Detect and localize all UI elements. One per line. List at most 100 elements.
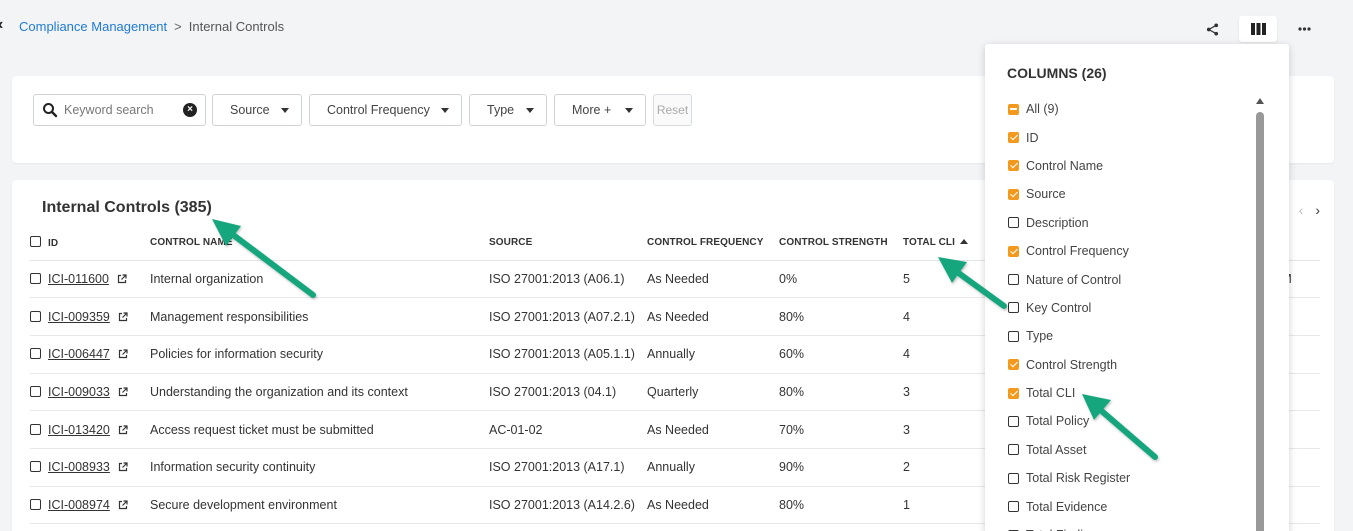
- header-id[interactable]: ID: [30, 225, 150, 261]
- scroll-thumb[interactable]: [1256, 112, 1264, 531]
- reset-button[interactable]: Reset: [653, 94, 692, 126]
- sort-ascending-icon[interactable]: [960, 238, 969, 244]
- column-toggle-item[interactable]: Total CLI: [1008, 379, 1130, 407]
- column-toggle-item[interactable]: Control Strength: [1008, 351, 1130, 379]
- header-control-name-label: CONTROL NAME: [150, 236, 233, 248]
- column-toggle-label: Type: [1026, 329, 1054, 344]
- chevron-right-icon[interactable]: ›: [1315, 202, 1320, 218]
- column-toggle-item[interactable]: Total Risk Register: [1008, 464, 1130, 492]
- cell-control-name: Secure development environment: [150, 486, 489, 525]
- column-checkbox[interactable]: [1008, 501, 1019, 513]
- column-toggle-label: Total CLI: [1026, 386, 1076, 401]
- column-toggle-item[interactable]: All (9): [1008, 95, 1130, 123]
- top-actions: [1193, 16, 1323, 42]
- column-toggle-item[interactable]: Key Control: [1008, 294, 1130, 322]
- row-checkbox[interactable]: [30, 461, 41, 473]
- column-toggle-item[interactable]: Control Name: [1008, 152, 1130, 180]
- control-id-link[interactable]: ICI-008974: [48, 498, 110, 512]
- external-link-icon[interactable]: [118, 462, 128, 472]
- control-id-link[interactable]: ICI-009033: [48, 385, 110, 399]
- clear-search-icon[interactable]: ×: [183, 103, 197, 117]
- more-button[interactable]: [1285, 16, 1323, 42]
- header-control-strength[interactable]: CONTROL STRENGTH: [779, 225, 903, 261]
- column-checkbox[interactable]: [1008, 132, 1019, 144]
- external-link-icon[interactable]: [118, 387, 128, 397]
- column-checkbox[interactable]: [1008, 302, 1019, 314]
- cell-control-frequency: Annually: [647, 335, 779, 374]
- control-id-link[interactable]: ICI-011600: [48, 272, 109, 286]
- control-frequency-dropdown[interactable]: Control Frequency: [309, 94, 462, 126]
- external-link-icon[interactable]: [118, 424, 128, 435]
- columns-icon: [1250, 23, 1266, 35]
- source-dropdown[interactable]: Source: [212, 94, 302, 126]
- column-checkbox[interactable]: [1008, 444, 1019, 456]
- column-toggle-item[interactable]: Total Finding: [1008, 521, 1130, 531]
- row-checkbox[interactable]: [30, 385, 41, 397]
- select-all-checkbox[interactable]: [30, 235, 41, 247]
- column-checkbox[interactable]: [1008, 160, 1019, 172]
- column-toggle-label: Source: [1026, 187, 1066, 202]
- external-link-icon[interactable]: [117, 274, 127, 284]
- table-title: Internal Controls (385): [42, 199, 212, 216]
- control-id-link[interactable]: ICI-013420: [48, 423, 110, 437]
- column-checkbox[interactable]: [1008, 103, 1019, 115]
- control-id-link[interactable]: ICI-006447: [48, 347, 110, 361]
- row-checkbox[interactable]: [30, 498, 41, 510]
- column-checkbox[interactable]: [1008, 472, 1019, 484]
- column-toggle-item[interactable]: Total Policy: [1008, 407, 1130, 435]
- column-toggle-item[interactable]: Total Asset: [1008, 436, 1130, 464]
- external-link-icon[interactable]: [118, 500, 128, 510]
- header-control-frequency[interactable]: CONTROL FREQUENCY: [647, 225, 779, 261]
- scroll-up-icon[interactable]: [1256, 98, 1264, 104]
- header-source[interactable]: SOURCE: [489, 225, 647, 261]
- columns-list: All (9) ID Control Name Source Description Co…: [1008, 95, 1130, 531]
- header-control-frequency-label: CONTROL FREQUENCY: [647, 236, 764, 248]
- header-control-name[interactable]: CONTROL NAME: [150, 225, 489, 261]
- control-id-link[interactable]: ICI-009359: [48, 310, 110, 324]
- row-checkbox[interactable]: [30, 348, 41, 360]
- columns-button[interactable]: [1239, 16, 1277, 42]
- control-id-link[interactable]: ICI-008933: [48, 460, 110, 474]
- external-link-icon[interactable]: [118, 311, 128, 322]
- column-toggle-item[interactable]: Nature of Control: [1008, 265, 1130, 293]
- column-checkbox[interactable]: [1008, 217, 1019, 229]
- type-dropdown[interactable]: Type: [469, 94, 547, 126]
- column-toggle-item[interactable]: Source: [1008, 180, 1130, 208]
- column-toggle-item[interactable]: ID: [1008, 123, 1130, 151]
- cell-control-frequency: As Needed: [647, 297, 779, 336]
- column-checkbox[interactable]: [1008, 330, 1019, 342]
- column-toggle-label: Total Asset: [1026, 442, 1087, 457]
- column-checkbox[interactable]: [1008, 415, 1019, 427]
- cell-control-frequency: As Needed: [647, 486, 779, 525]
- cell-control-strength: 70%: [779, 410, 903, 449]
- column-checkbox[interactable]: [1008, 274, 1019, 286]
- column-toggle-item[interactable]: Total Evidence: [1008, 492, 1130, 520]
- chevron-down-icon: [526, 107, 534, 113]
- column-toggle-item[interactable]: Control Frequency: [1008, 237, 1130, 265]
- column-checkbox[interactable]: [1008, 387, 1019, 399]
- column-toggle-item[interactable]: Description: [1008, 209, 1130, 237]
- chevron-left-icon[interactable]: ‹: [1299, 202, 1304, 218]
- share-button[interactable]: [1193, 16, 1231, 42]
- cell-id: ICI-009359: [30, 297, 150, 336]
- row-checkbox[interactable]: [30, 272, 41, 284]
- column-toggle-label: Control Name: [1026, 158, 1104, 173]
- column-toggle-item[interactable]: Type: [1008, 322, 1130, 350]
- row-checkbox[interactable]: [30, 310, 41, 322]
- search-input[interactable]: [64, 103, 174, 117]
- row-checkbox[interactable]: [30, 423, 41, 435]
- cell-source: ISO 27001:2013 (A06.1): [489, 260, 647, 299]
- back-arrow-icon[interactable]: ‹: [0, 16, 8, 36]
- breadcrumb-compliance-management[interactable]: Compliance Management: [19, 19, 167, 34]
- columns-scrollbar[interactable]: [1256, 98, 1264, 531]
- search-box[interactable]: ×: [33, 94, 206, 126]
- cell-control-name: Internal organization: [150, 260, 489, 299]
- column-toggle-label: Total Policy: [1026, 414, 1090, 429]
- header-source-label: SOURCE: [489, 236, 533, 248]
- column-checkbox[interactable]: [1008, 245, 1019, 257]
- more-filters-dropdown[interactable]: More +: [554, 94, 646, 126]
- breadcrumb-current: Internal Controls: [188, 19, 285, 34]
- column-checkbox[interactable]: [1008, 359, 1019, 371]
- external-link-icon[interactable]: [118, 349, 128, 359]
- column-checkbox[interactable]: [1008, 188, 1019, 200]
